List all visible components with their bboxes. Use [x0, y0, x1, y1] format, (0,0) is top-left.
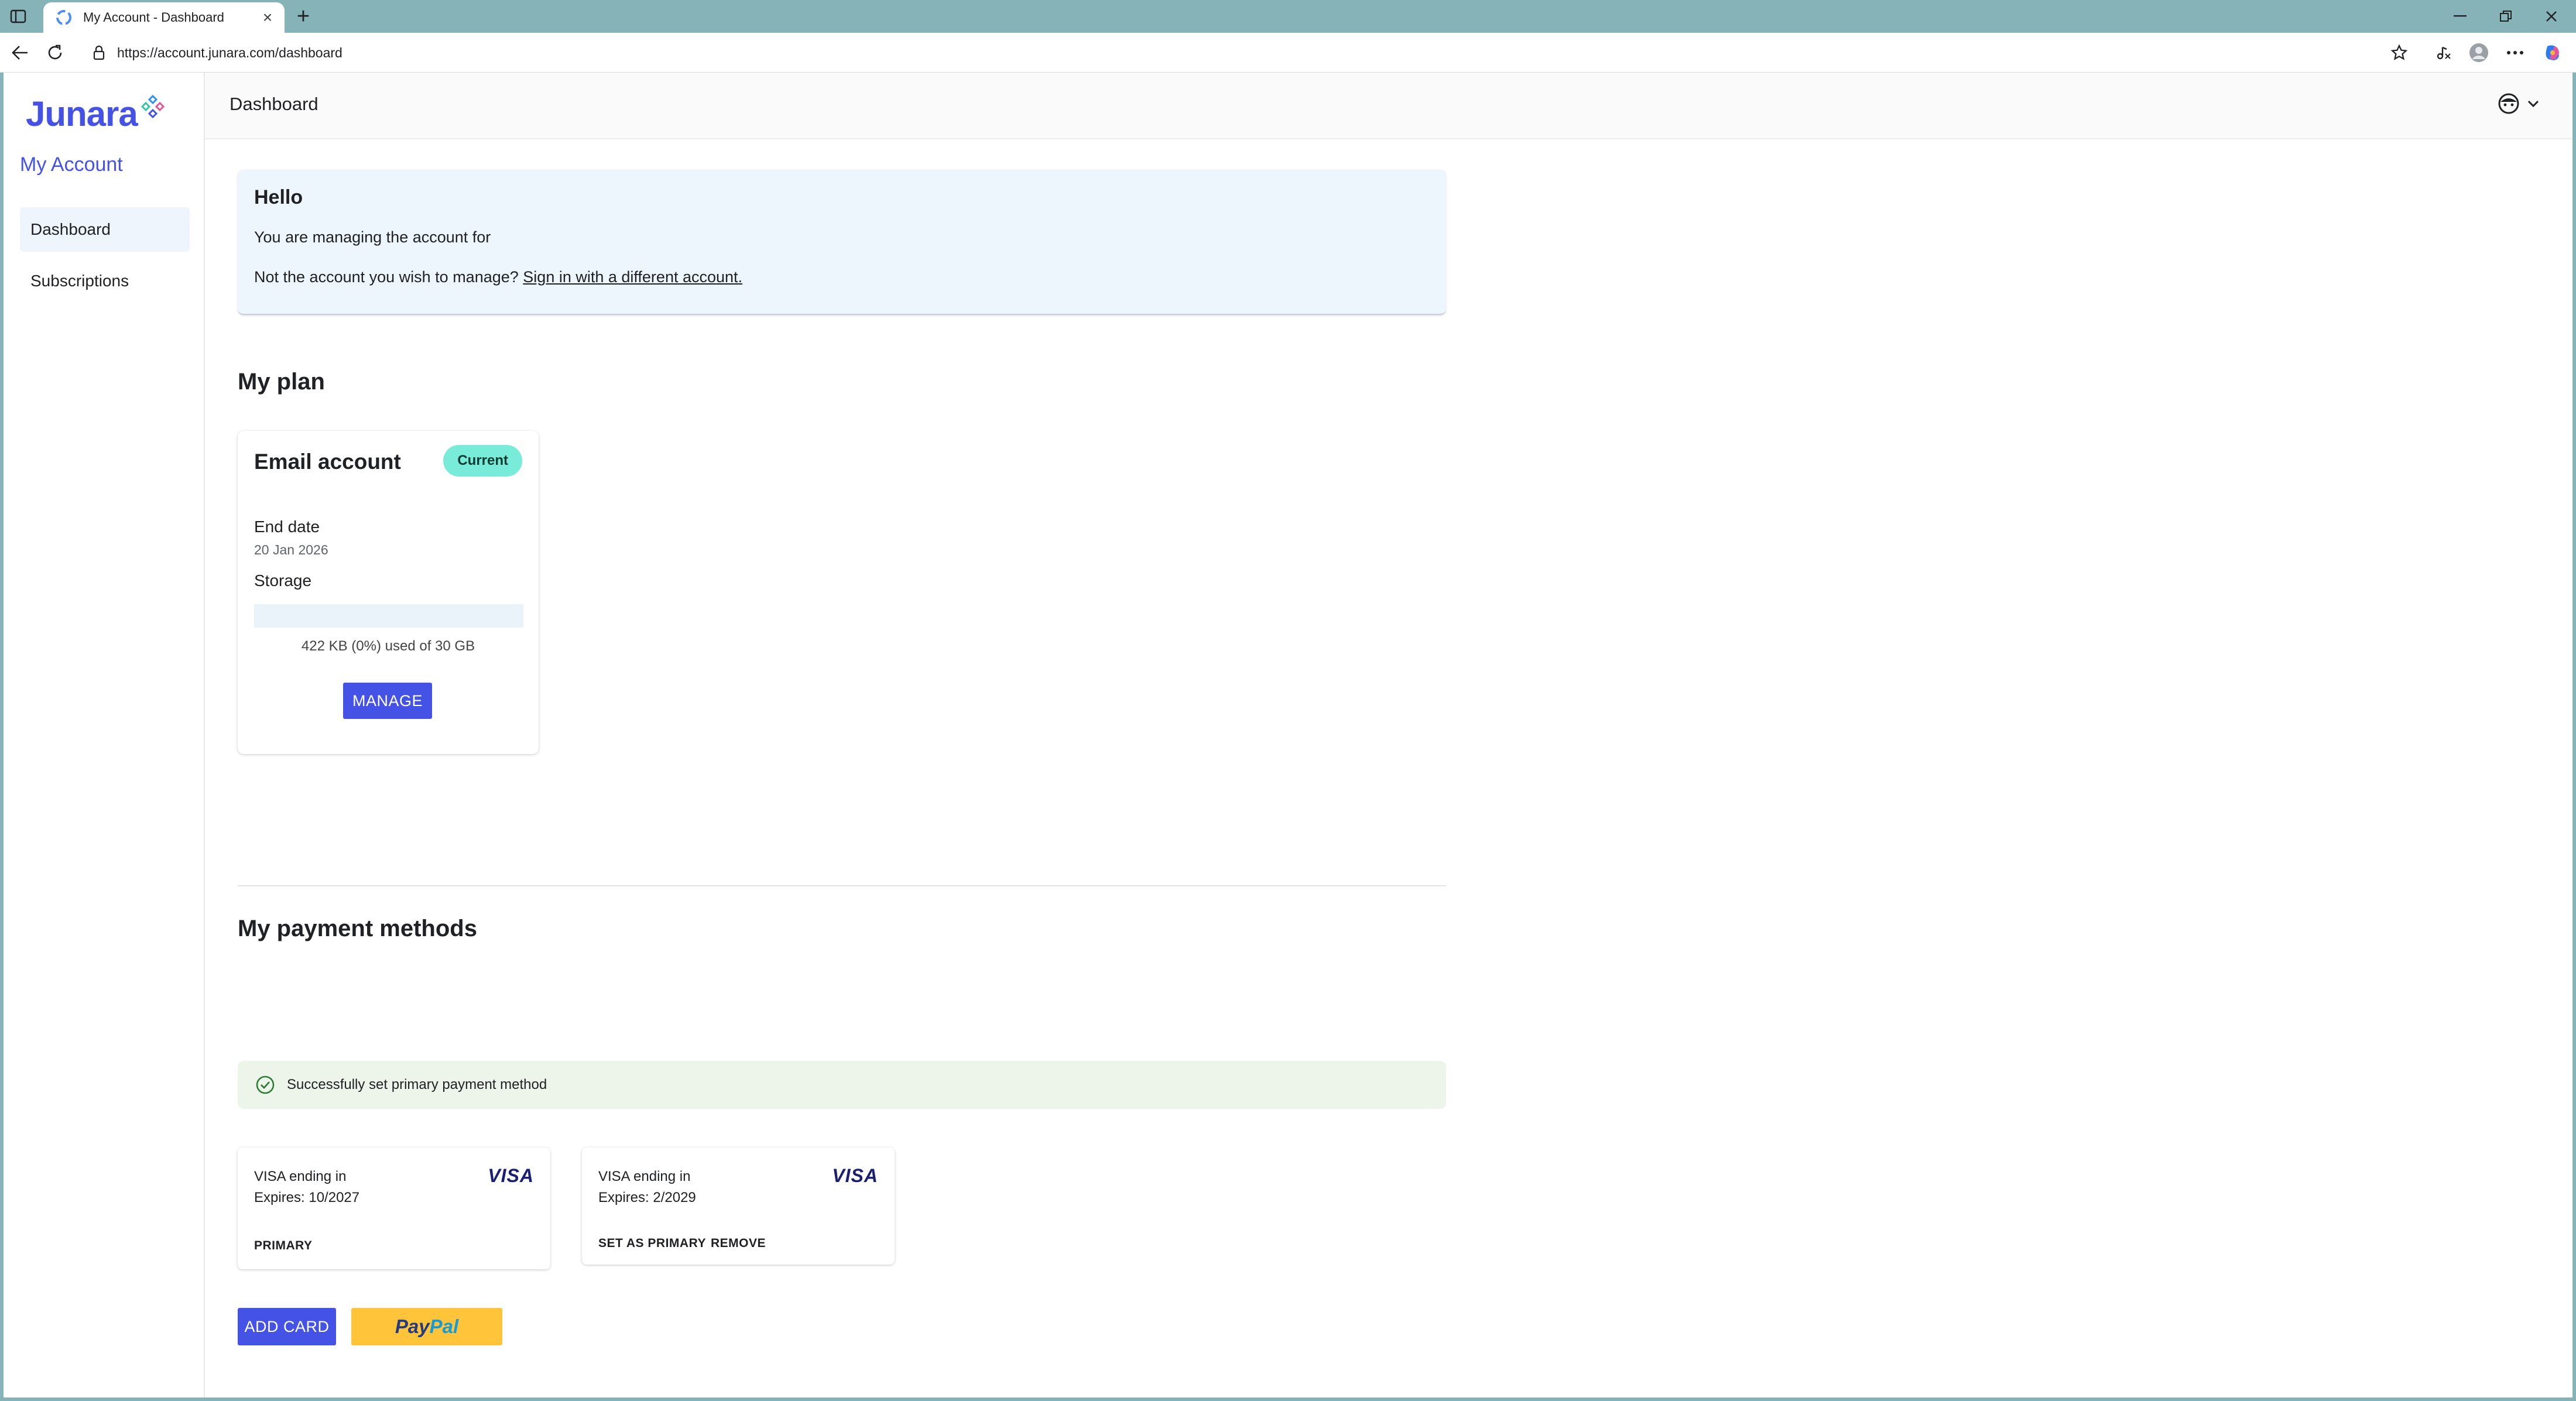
paypal-logo-pay: Pay: [395, 1316, 430, 1337]
minimize-icon[interactable]: [2443, 4, 2478, 29]
storage-label: Storage: [254, 571, 312, 590]
manage-button[interactable]: MANAGE: [343, 683, 432, 719]
copilot-icon[interactable]: [2541, 41, 2564, 64]
add-card-button[interactable]: ADD CARD: [238, 1308, 336, 1345]
section-divider: [238, 885, 1446, 886]
sidebar-heading: My Account: [20, 153, 123, 176]
visa-logo-icon: VISA: [488, 1165, 534, 1186]
browser-tab-bar: My Account - Dashboard × +: [0, 0, 2576, 33]
chevron-down-icon: [2527, 100, 2539, 108]
success-message: Successfully set primary payment method: [287, 1077, 547, 1092]
storage-progress-bar: [254, 604, 523, 628]
browser-tab[interactable]: My Account - Dashboard ×: [43, 2, 285, 33]
plan-card: Email account Current End date 20 Jan 20…: [238, 431, 539, 754]
junara-favicon-icon: [55, 9, 73, 26]
managing-account-text: You are managing the account for: [254, 228, 491, 246]
logo-text: Junara: [26, 94, 138, 133]
tab-sidebar-icon[interactable]: [8, 7, 28, 26]
site-info-icon[interactable]: [90, 44, 108, 61]
end-date-label: End date: [254, 518, 320, 536]
payment-methods-heading: My payment methods: [238, 916, 477, 941]
card-title: VISA ending in: [598, 1169, 691, 1184]
media-control-icon[interactable]: [2432, 41, 2455, 64]
back-arrow-icon[interactable]: [8, 41, 32, 64]
plan-name: Email account: [254, 450, 401, 474]
user-menu-button[interactable]: [2498, 93, 2540, 115]
bookmark-star-icon[interactable]: [2387, 41, 2411, 64]
more-options-icon[interactable]: [2503, 41, 2527, 64]
sidebar-item-subscriptions[interactable]: Subscriptions: [20, 259, 190, 303]
page-viewport: Junara My Account Dashboard Subscription…: [4, 73, 2572, 1397]
paypal-logo-pal: Pal: [429, 1316, 459, 1337]
remove-card-button[interactable]: REMOVE: [711, 1236, 766, 1251]
close-tab-icon[interactable]: ×: [259, 8, 276, 26]
paypal-button[interactable]: Pay Pal: [351, 1308, 502, 1345]
new-tab-icon[interactable]: +: [293, 4, 314, 29]
payment-card-2: VISA ending in Expires: 2/2029 VISA SET …: [582, 1147, 895, 1265]
card-expiry: Expires: 10/2027: [254, 1190, 360, 1205]
main-content: Hello You are managing the account for N…: [205, 139, 2572, 1397]
page-title: Dashboard: [229, 94, 318, 114]
profile-avatar-icon[interactable]: [2467, 41, 2491, 64]
visa-logo-icon: VISA: [832, 1165, 878, 1186]
url-text: https://account.junara.com/dashboard: [117, 44, 342, 60]
card-expiry: Expires: 2/2029: [598, 1190, 696, 1205]
end-date-value: 20 Jan 2026: [254, 542, 328, 557]
page-header: Dashboard: [205, 73, 2572, 139]
browser-address-bar: https://account.junara.com/dashboard: [0, 33, 2576, 73]
set-as-primary-button[interactable]: SET AS PRIMARY: [598, 1236, 706, 1251]
storage-usage-text: 422 KB (0%) used of 30 GB: [301, 638, 475, 654]
check-circle-icon: [256, 1075, 275, 1094]
sidebar-item-label: Dashboard: [30, 220, 111, 238]
not-account-line: Not the account you wish to manage? Sign…: [254, 268, 742, 286]
payment-card-1: VISA ending in Expires: 10/2027 VISA PRI…: [238, 1147, 550, 1269]
sidebar-item-dashboard[interactable]: Dashboard: [20, 207, 190, 252]
sign-in-different-account-link[interactable]: Sign in with a different account.: [523, 268, 742, 286]
my-plan-heading: My plan: [238, 369, 325, 395]
sidebar: Junara My Account Dashboard Subscription…: [4, 73, 205, 1397]
card-title: VISA ending in: [254, 1169, 347, 1184]
current-badge: Current: [443, 445, 522, 477]
primary-label: PRIMARY: [254, 1239, 313, 1252]
success-alert: Successfully set primary payment method: [238, 1061, 1446, 1109]
restore-icon[interactable]: [2488, 4, 2523, 29]
not-account-text: Not the account you wish to manage?: [254, 268, 519, 286]
close-window-icon[interactable]: [2534, 4, 2569, 29]
logo-mark-icon: [141, 94, 165, 119]
junara-logo[interactable]: Junara: [26, 90, 166, 137]
tab-title: My Account - Dashboard: [83, 10, 224, 25]
hello-title: Hello: [254, 186, 303, 208]
sidebar-item-label: Subscriptions: [30, 272, 129, 290]
reload-icon[interactable]: [43, 41, 67, 64]
user-face-icon: [2498, 93, 2519, 114]
hello-banner: Hello You are managing the account for N…: [238, 170, 1446, 315]
url-omnibox[interactable]: https://account.junara.com/dashboard: [82, 37, 2400, 68]
